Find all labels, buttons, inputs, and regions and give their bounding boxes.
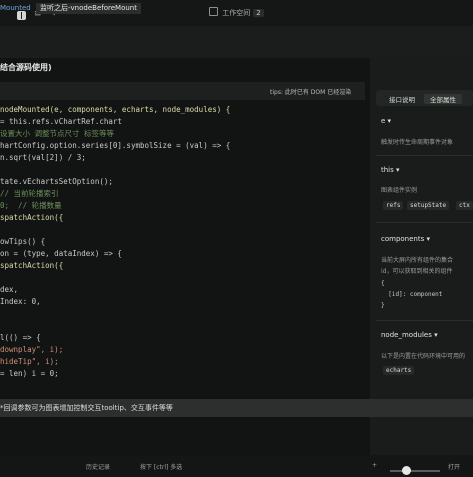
param-components-header[interactable]: components ▾	[381, 235, 430, 243]
open-button[interactable]: 打开	[448, 462, 460, 471]
zoom-slider[interactable]	[390, 470, 440, 472]
tab-mounted[interactable]: Mounted	[0, 3, 31, 14]
callback-notice-text: *回调参数可为图表增加控制交互tooltip、交互事件等等	[0, 404, 173, 412]
code-line[interactable]: owTips() {	[0, 237, 45, 247]
param-e-desc: 触发时传生命周期事件对象	[381, 139, 454, 146]
code-line[interactable]: nodeMounted(e, components, echarts, node…	[0, 105, 230, 115]
param-node-modules-header[interactable]: node_modules ▾	[381, 331, 438, 339]
workspace-count-badge[interactable]: 2	[253, 9, 264, 17]
divider	[376, 320, 473, 321]
chip-refs: refs	[383, 201, 404, 210]
code-line[interactable]: hartConfig.option.series[0].symbolSize =…	[0, 141, 230, 151]
code-line[interactable]: = this.refs.vChartRef.chart	[0, 117, 122, 127]
chip-ctx: ctx	[456, 201, 473, 210]
code-line[interactable]: downplay", i);	[0, 345, 63, 355]
code-line[interactable]: = len) i = 0;	[0, 369, 59, 379]
status-bar	[0, 455, 473, 477]
code-line[interactable]: on = (type, dataIndex) => {	[0, 249, 122, 259]
zoom-slider-knob[interactable]	[402, 466, 411, 475]
chip-setupstate: setupState	[407, 201, 450, 210]
multiselect-hint: 按下 [ctrl] 多选	[140, 464, 183, 471]
param-components-desc-2: id，可以获取到相关的组件	[381, 268, 453, 275]
param-e-header[interactable]: e ▾	[381, 117, 391, 125]
tab-interface-docs[interactable]: 接口说明	[389, 94, 415, 104]
tab-before-mount[interactable]: 监听之后-vnodeBeforeMount	[36, 3, 141, 14]
editor-toolbar	[0, 26, 473, 58]
code-line[interactable]: spatchAction({	[0, 261, 63, 271]
window-title-text: 工作空间	[222, 9, 251, 17]
callback-notice: *回调参数可为图表增加控制交互tooltip、交互事件等等	[0, 399, 473, 417]
code-line[interactable]: // 当前轮播索引	[0, 189, 59, 199]
code-line[interactable]: Index: 0,	[0, 297, 41, 307]
code-line[interactable]: 设置大小 调整节点尺寸 标签等等	[0, 129, 114, 139]
param-this-header[interactable]: this ▾	[381, 166, 400, 174]
code-line[interactable]: 0; // 轮播数量	[0, 201, 62, 211]
workspace-icon	[209, 7, 219, 16]
editor-tip: tips: 此时已有 DOM 已经渲染	[270, 89, 352, 96]
page-heading: 结合源码使用)	[0, 63, 52, 72]
code-line[interactable]: spatchAction({	[0, 213, 63, 223]
code-line[interactable]: n.sqrt(val[2]) / 3;	[0, 153, 86, 163]
components-code-close: }	[381, 302, 385, 309]
code-line[interactable]: tate.vEchartsSetOption();	[0, 177, 113, 187]
zoom-in-icon[interactable]: +	[372, 462, 377, 469]
code-line[interactable]: l(() => {	[0, 333, 41, 343]
history-button[interactable]: 历史记录	[86, 462, 110, 471]
code-line[interactable]: hideTip", i);	[0, 357, 59, 367]
components-code-entry: [id]: component	[381, 291, 443, 298]
chip-echarts: echarts	[383, 366, 415, 375]
param-this-desc: 图表组件实例	[381, 187, 418, 194]
param-node-modules-desc: 以下是内置在代码环境中可用的	[381, 353, 466, 360]
code-line[interactable]: dex,	[0, 285, 18, 295]
tab-all-properties[interactable]: 全部属性	[424, 94, 462, 104]
divider	[376, 222, 473, 223]
divider	[376, 155, 473, 156]
components-code-open: {	[381, 280, 385, 287]
param-components-desc: 当前大屏内所有组件的集合	[381, 257, 454, 264]
